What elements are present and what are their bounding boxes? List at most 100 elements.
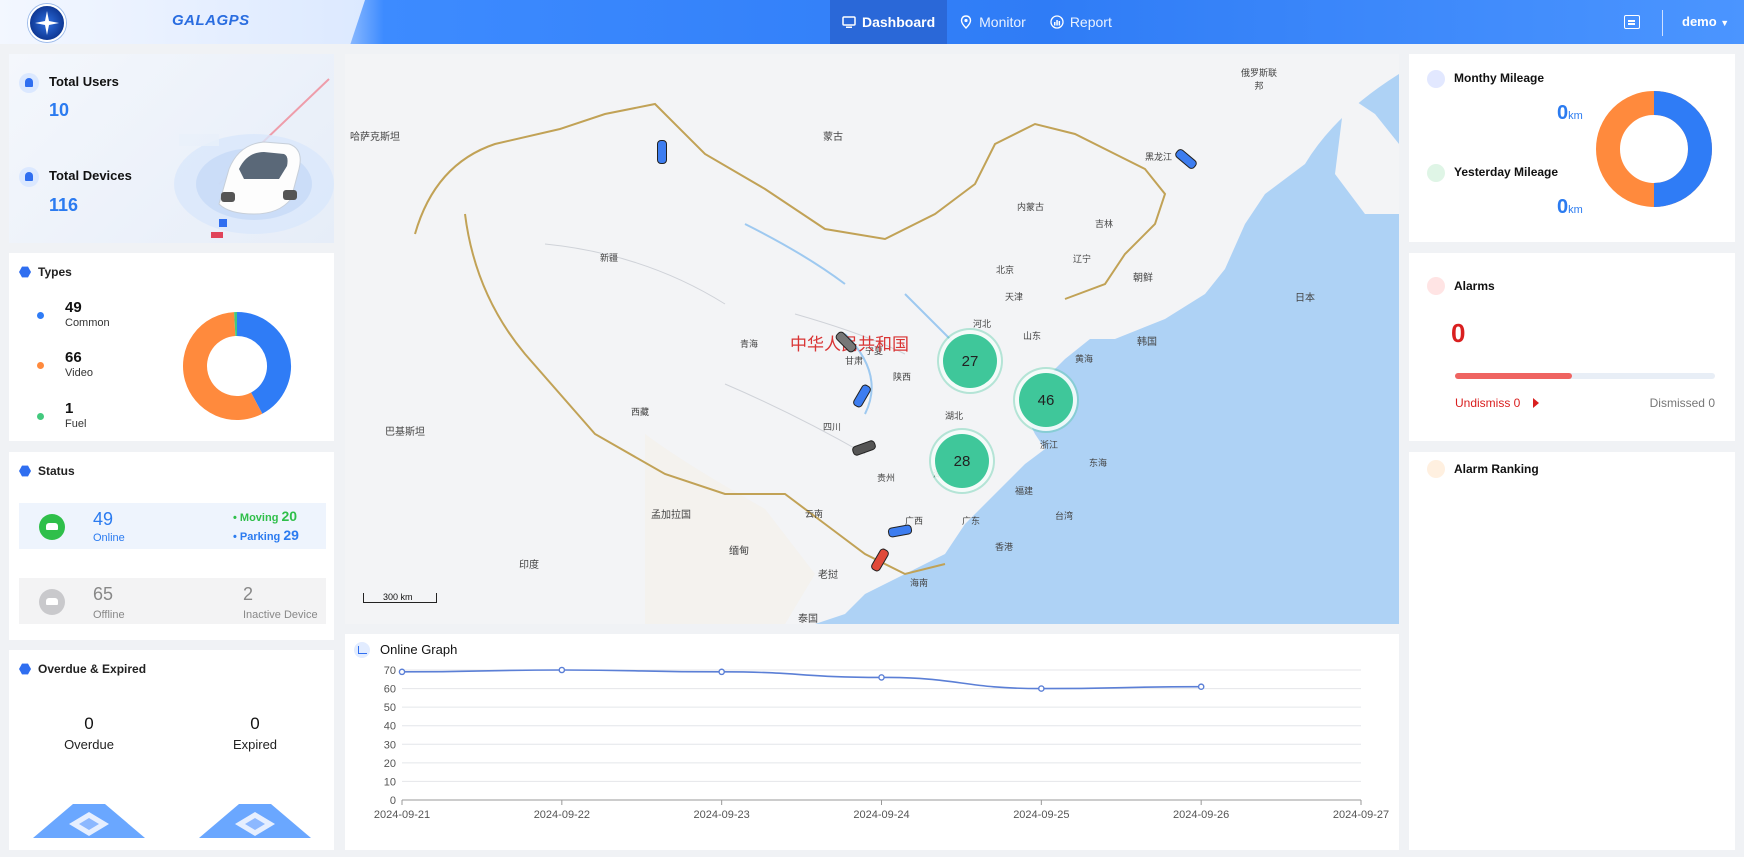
online-status-box[interactable]: 49 Online • Moving 20 • Parking 29 [19,503,326,549]
alarm-count: 0 [1451,318,1466,348]
alarms-card: Alarms 0 Undismiss 0 Dismissed 0 [1409,253,1735,441]
ranking-bar-icon [1427,460,1445,478]
expired-count: 0 [250,714,260,733]
map-label: 北京 [996,265,1015,275]
inactive-label: Inactive Device [243,609,318,621]
map-label: 甘肃 [845,356,864,366]
map-label: 孟加拉国 [651,510,691,521]
status-title-text: Status [38,464,75,478]
hexagon-icon [19,663,31,675]
online-line-chart[interactable]: 0 10 20 30 40 50 60 70 2024-09-21 2024-09-22 2024-… [345,664,1399,850]
types-title-text: Types [38,265,72,279]
report-chart-icon [1050,15,1064,29]
main-nav: Dashboard Monitor Report [830,0,1124,44]
alarm-bell-icon [1427,277,1445,295]
map-label: 朝鲜 [1133,273,1153,284]
map-label: 泰国 [798,614,818,624]
line-chart-icon [354,642,370,658]
overdue-label: Overdue [64,737,114,752]
expired-label: Expired [232,737,278,752]
user-menu[interactable]: demo ▼ [1682,14,1729,29]
type-value: 66 [65,349,82,366]
map-label: 河北 [973,319,992,329]
map-label: 韩国 [1137,337,1157,348]
vehicle-cluster[interactable]: 28 [935,434,989,488]
total-devices-label: Total Devices [49,168,132,183]
caret-right-icon[interactable] [1533,398,1539,408]
data-point[interactable] [878,674,885,681]
moving-label: Moving [239,512,279,524]
type-label: Fuel [65,418,87,430]
x-tick-label: 2024-09-22 [534,809,590,821]
online-series-line [401,669,1202,690]
map-label: 广东 [962,516,981,526]
type-value: 1 [65,400,74,417]
vehicle-map[interactable]: 哈萨克斯坦 蒙古 巴基斯坦 孟加拉国 印度 缅甸 老挝 泰国 朝鲜 韩国 日本 … [345,54,1399,624]
nav-monitor[interactable]: Monitor [947,0,1038,44]
y-tick-label: 10 [384,776,396,788]
map-label: 巴基斯坦 [385,427,425,438]
nav-report[interactable]: Report [1038,0,1124,44]
type-value: 49 [65,299,82,316]
car-online-icon [39,514,65,540]
vehicle-cluster[interactable]: 27 [943,334,997,388]
alarms-title: Alarms [1454,279,1495,293]
yesterday-mileage-number: 0 [1557,196,1569,218]
map-label: 湖北 [945,411,964,421]
mileage-car-icon [1427,70,1445,88]
data-point[interactable] [718,668,725,676]
data-point[interactable] [1038,685,1045,692]
offline-status-box[interactable]: 65 Offline 2 Inactive Device [19,578,326,624]
data-point[interactable] [398,668,406,676]
map-label: 福建 [1015,486,1034,496]
total-devices-value: 116 [49,195,79,215]
map-label: 印度 [519,560,539,571]
yesterday-mileage-icon [1427,164,1445,182]
moving-count: 20 [281,508,298,524]
data-point[interactable] [558,666,566,674]
data-point[interactable] [1197,683,1205,691]
map-label: 东海 [1089,458,1108,468]
map-label: 台湾 [1055,511,1074,521]
user-icon [19,73,39,93]
x-tick-label: 2024-09-26 [1173,809,1229,821]
offline-count: 65 [93,584,114,604]
monthly-mileage-value: 0km [1557,102,1583,125]
moving-stat: • Moving 20 [233,508,298,524]
top-header: GALAGPS Dashboard Monitor Report demo ▼ [0,0,1744,44]
header-divider [1662,10,1663,36]
y-tick-label: 20 [384,758,396,770]
map-label: 海南 [910,578,929,588]
expired-platform-icon [199,804,311,838]
location-pin-icon [960,15,972,29]
mileage-unit: km [1568,110,1583,122]
logo-icon[interactable] [28,4,66,42]
y-tick-label: 60 [384,684,396,696]
types-donut-chart[interactable] [182,311,292,421]
overdue-title: Overdue & Expired [19,662,146,676]
donut-slice-common[interactable] [236,312,291,414]
map-label: 吉林 [1095,219,1114,229]
map-label: 青海 [740,339,759,349]
parking-count: 29 [283,527,299,543]
mileage-unit: km [1568,204,1583,216]
total-users-label: Total Users [49,74,119,89]
x-tick-label: 2024-09-23 [694,809,750,821]
message-icon[interactable] [1624,15,1640,29]
nav-dashboard[interactable]: Dashboard [830,0,948,44]
inactive-count: 2 [243,584,254,604]
dismissed-link[interactable]: Dismissed 0 [1650,396,1715,410]
map-label: 四川 [823,422,842,432]
graph-title: Online Graph [380,642,458,657]
status-card: Status 49 Online • Moving 20 • Parking 2… [9,452,334,640]
map-label: 老挝 [818,570,838,581]
vehicle-cluster[interactable]: 46 [1019,373,1073,427]
undismiss-link[interactable]: Undismiss 0 [1455,396,1520,410]
map-label: 俄罗斯联邦 [1240,68,1277,91]
status-title: Status [19,464,75,478]
types-card: Types 49 Common 66 Video 1 Fuel [9,253,334,441]
legend-dot [37,413,44,420]
map-label: 云南 [805,509,824,519]
nav-monitor-label: Monitor [979,14,1026,30]
vehicle-marker-icon[interactable] [657,140,667,164]
